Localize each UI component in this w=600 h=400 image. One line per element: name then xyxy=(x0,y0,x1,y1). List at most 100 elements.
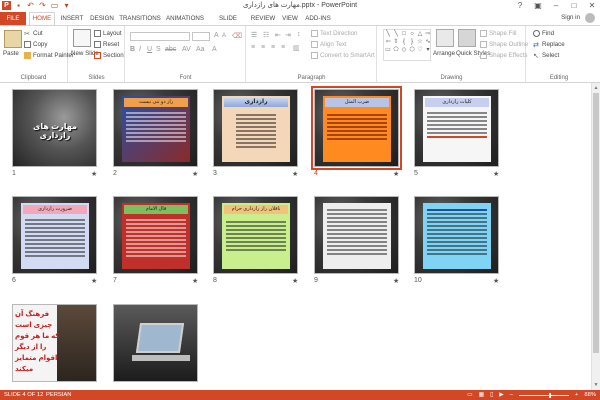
zoom-in-icon[interactable]: + xyxy=(575,390,578,400)
heart-shape-icon[interactable]: ♡ xyxy=(416,46,424,54)
zoom-slider-knob[interactable] xyxy=(549,392,551,398)
zoom-out-icon[interactable]: – xyxy=(510,390,513,400)
hexagon-shape-icon[interactable]: ⬡ xyxy=(408,46,416,54)
slide-thumbnail-11[interactable]: فرهنگ آن چیزی است که ما هر قوم را از دیگ… xyxy=(12,304,97,382)
shape-effects-button[interactable]: Shape Effects xyxy=(480,52,527,59)
convert-smartart-button[interactable]: Convert to SmartArt xyxy=(311,52,375,59)
shape-fill-button[interactable]: Shape Fill xyxy=(480,30,517,37)
align-text-button[interactable]: Align Text xyxy=(311,41,347,48)
arrow-shape-icon[interactable]: ⇧ xyxy=(392,38,400,46)
transition-star-icon[interactable]: ★ xyxy=(292,170,298,178)
transition-star-icon[interactable]: ★ xyxy=(192,170,198,178)
language-indicator[interactable]: PERSIAN xyxy=(46,390,71,400)
line-shape-icon[interactable]: ╲ xyxy=(384,30,392,38)
star-shape-icon[interactable]: ☆ xyxy=(416,38,424,46)
bullets-icon[interactable]: ☰ xyxy=(251,31,257,39)
arrow-shape-icon[interactable]: ⇦ xyxy=(384,38,392,46)
shrink-font-icon[interactable]: A xyxy=(222,33,226,39)
font-size-select[interactable] xyxy=(192,32,210,41)
shadow-icon[interactable]: S xyxy=(156,46,161,53)
line-spacing-icon[interactable]: ↕ xyxy=(297,31,301,38)
copy-button[interactable]: Copy xyxy=(24,41,47,48)
brace-shape-icon[interactable]: { xyxy=(400,38,408,46)
reading-view-icon[interactable]: ▯ xyxy=(490,390,493,400)
line-shape-icon[interactable]: ╲ xyxy=(392,30,400,38)
curve-shape-icon[interactable]: ∿ xyxy=(424,38,432,46)
grow-font-icon[interactable]: A xyxy=(214,32,219,39)
columns-icon[interactable]: ▥ xyxy=(293,44,300,52)
underline-icon[interactable]: U xyxy=(147,46,152,53)
tab-insert[interactable]: INSERT xyxy=(58,13,86,24)
transition-star-icon[interactable]: ★ xyxy=(393,277,399,285)
reset-button[interactable]: Reset xyxy=(94,41,119,48)
transition-star-icon[interactable]: ★ xyxy=(393,170,399,178)
find-button[interactable]: Find xyxy=(533,30,554,37)
arrange-icon[interactable] xyxy=(436,29,454,47)
tab-design[interactable]: DESIGN xyxy=(88,13,116,24)
transition-star-icon[interactable]: ★ xyxy=(493,277,499,285)
slide-thumbnail-7[interactable]: قال الامام xyxy=(113,196,198,274)
slide-thumbnail-6[interactable]: ضرورت رازداری xyxy=(12,196,97,274)
slide-thumbnail-5[interactable]: کلیات رازداری xyxy=(414,89,499,167)
user-avatar-icon[interactable] xyxy=(585,13,595,23)
slide-thumbnail-9[interactable] xyxy=(314,196,399,274)
clear-format-icon[interactable]: ⌫ xyxy=(232,32,242,40)
decrease-indent-icon[interactable]: ⇤ xyxy=(275,31,281,39)
strikethrough-icon[interactable]: abc xyxy=(165,46,176,53)
maximize-icon[interactable]: □ xyxy=(568,0,580,11)
transition-star-icon[interactable]: ★ xyxy=(493,170,499,178)
tab-transitions[interactable]: TRANSITIONS xyxy=(118,13,162,24)
tab-animations[interactable]: ANIMATIONS xyxy=(164,13,206,24)
font-name-select[interactable] xyxy=(130,32,190,41)
oval-shape-icon[interactable]: ○ xyxy=(408,30,416,38)
format-painter-button[interactable]: Format Painter xyxy=(24,52,74,59)
slide-thumbnail-4[interactable]: ضرب المثل xyxy=(311,86,402,170)
new-slide-icon[interactable] xyxy=(73,29,91,47)
slide-sorter-view-icon[interactable]: ▦ xyxy=(479,390,484,400)
tab-slide-show[interactable]: SLIDE SHOW xyxy=(209,13,247,33)
ribbon-display-icon[interactable]: ▣ xyxy=(532,0,544,11)
quick-styles-icon[interactable] xyxy=(458,29,476,47)
char-spacing-icon[interactable]: AV xyxy=(182,46,191,53)
more-shapes-icon[interactable]: ▾ xyxy=(424,46,432,54)
select-button[interactable]: ↖ Select xyxy=(533,52,559,60)
pentagon-shape-icon[interactable]: ⬠ xyxy=(392,46,400,54)
tab-file[interactable]: FILE xyxy=(0,12,26,25)
rectangle-shape-icon[interactable]: ▭ xyxy=(384,46,392,54)
align-right-icon[interactable]: ≡ xyxy=(271,44,275,51)
sign-in-link[interactable]: Sign in xyxy=(561,14,580,21)
brace-shape-icon[interactable]: } xyxy=(408,38,416,46)
shapes-gallery[interactable]: ╲ ╲ □ ○ △ ⇨ ⇦ ⇧{} ☆ ∿ ▭ ⬠ ◇ ⬡ ♡ ▾ xyxy=(383,29,431,61)
transition-star-icon[interactable]: ★ xyxy=(292,277,298,285)
font-color-icon[interactable]: A xyxy=(212,46,217,53)
transition-star-icon[interactable]: ★ xyxy=(192,277,198,285)
increase-indent-icon[interactable]: ⇥ xyxy=(285,31,291,39)
slideshow-view-icon[interactable]: ▶ xyxy=(499,390,503,400)
arrange-button[interactable]: Arrange xyxy=(433,50,455,57)
zoom-level[interactable]: 88% xyxy=(584,390,596,400)
transition-star-icon[interactable]: ★ xyxy=(91,170,97,178)
layout-button[interactable]: Layout xyxy=(94,30,122,37)
arrow-shape-icon[interactable]: ⇨ xyxy=(424,30,432,38)
numbering-icon[interactable]: ☷ xyxy=(263,31,269,39)
bold-icon[interactable]: B xyxy=(130,46,135,53)
rectangle-shape-icon[interactable]: □ xyxy=(400,30,408,38)
help-icon[interactable]: ? xyxy=(514,0,526,11)
slide-thumbnail-3[interactable]: رازداری xyxy=(213,89,298,167)
minimize-icon[interactable]: – xyxy=(550,0,562,11)
scroll-thumb[interactable] xyxy=(593,93,599,353)
slide-thumbnail-1[interactable]: مهارت های رازداری xyxy=(12,89,97,167)
transition-star-icon[interactable]: ★ xyxy=(91,277,97,285)
triangle-shape-icon[interactable]: △ xyxy=(416,30,424,38)
scroll-down-icon[interactable]: ▼ xyxy=(592,381,600,389)
align-center-icon[interactable]: ≡ xyxy=(261,44,265,51)
tab-review[interactable]: REVIEW xyxy=(250,13,276,24)
scroll-up-icon[interactable]: ▲ xyxy=(592,84,600,92)
text-direction-button[interactable]: Text Direction xyxy=(311,30,357,37)
change-case-icon[interactable]: Aa xyxy=(196,46,205,53)
slide-thumbnail-2[interactable]: راز دو تنی نیست xyxy=(113,89,198,167)
tab-home[interactable]: HOME xyxy=(29,12,55,25)
paste-button[interactable]: Paste xyxy=(3,50,19,57)
italic-icon[interactable]: I xyxy=(139,46,141,53)
align-left-icon[interactable]: ≡ xyxy=(251,44,255,51)
